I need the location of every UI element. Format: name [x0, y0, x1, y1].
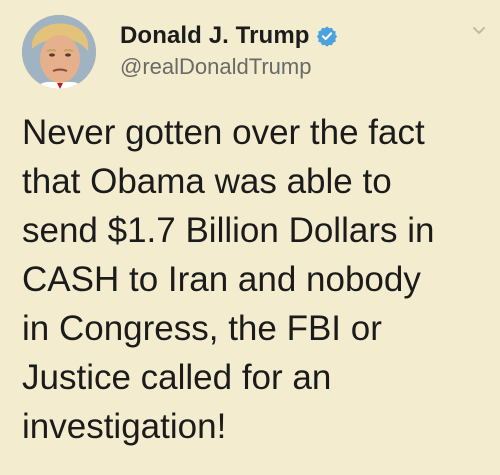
tweet-header: Donald J. Trump @realDonaldTrump	[120, 22, 480, 80]
tweet-text-line: in Congress, the FBI or	[22, 309, 382, 348]
name-row: Donald J. Trump	[120, 22, 480, 50]
tweet-text-line: that Obama was able to	[22, 162, 392, 201]
chevron-down-icon[interactable]	[472, 26, 486, 36]
avatar[interactable]	[22, 15, 96, 89]
verified-badge-icon	[316, 25, 338, 47]
tweet-text-line: Justice called for an	[22, 358, 332, 397]
user-handle[interactable]: @realDonaldTrump	[120, 54, 480, 80]
tweet-text-line: CASH to Iran and nobody	[22, 260, 421, 299]
tweet-card: Donald J. Trump @realDonaldTrump Never g…	[0, 0, 500, 475]
avatar-image	[22, 15, 96, 89]
tweet-text-line: Never gotten over the fact	[22, 113, 425, 152]
display-name[interactable]: Donald J. Trump	[120, 22, 310, 50]
tweet-text-line: investigation!	[22, 407, 227, 446]
tweet-text-line: send $1.7 Billion Dollars in	[22, 211, 435, 250]
tweet-text: Never gotten over the fact that Obama wa…	[22, 108, 487, 451]
